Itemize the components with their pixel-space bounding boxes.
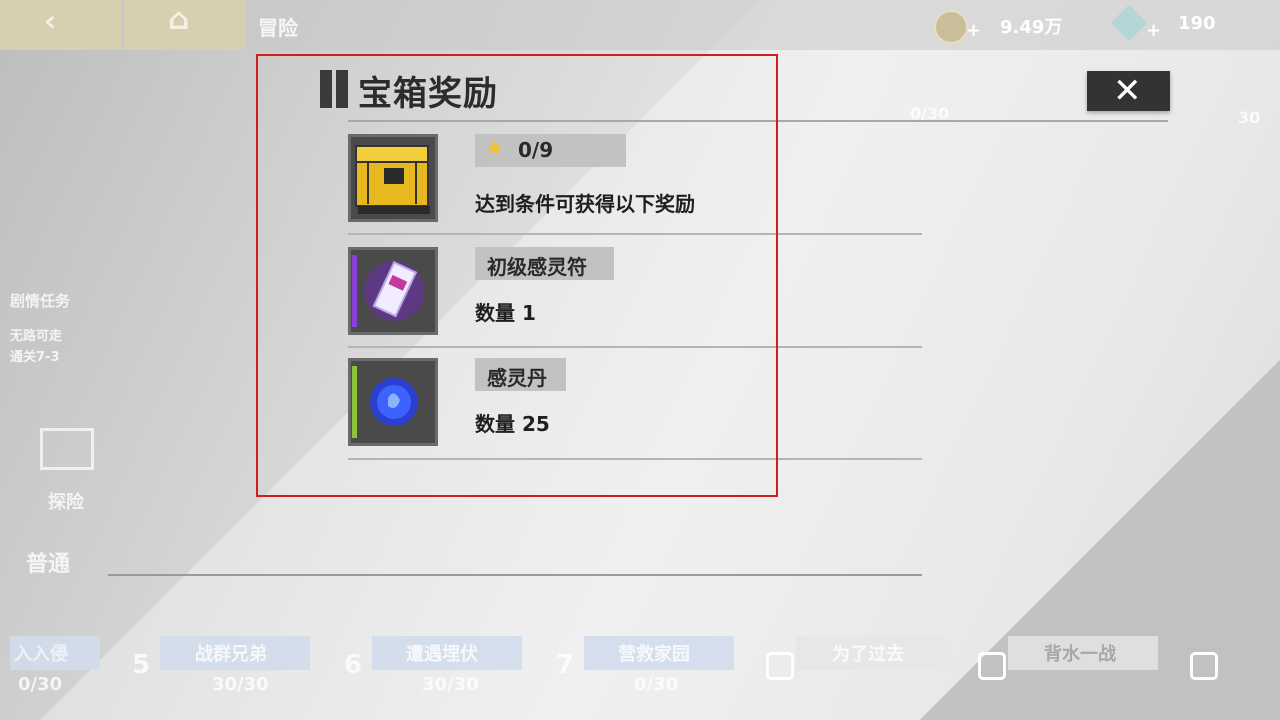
mode-label: 普通 xyxy=(26,552,71,577)
lock-icon xyxy=(1190,652,1218,680)
lock-icon xyxy=(766,652,794,680)
breadcrumb: 冒险 xyxy=(258,16,298,40)
level-number: 5 xyxy=(132,650,151,680)
level-label: 为了过去 xyxy=(832,644,904,665)
level-progress: 0/30 xyxy=(634,674,679,695)
level-label: 营救家园 xyxy=(618,644,690,665)
level-label: 入入侵 xyxy=(14,644,68,665)
level-label: 遭遇埋伏 xyxy=(406,644,478,665)
lock-icon xyxy=(978,652,1006,680)
back-button[interactable]: ‹ xyxy=(0,0,122,50)
add-gold-button[interactable]: + xyxy=(966,20,981,41)
adventure-label: 探险 xyxy=(48,492,84,513)
home-icon: ⌂ xyxy=(168,2,190,37)
level-number: 6 xyxy=(344,650,363,680)
close-icon: ✕ xyxy=(1113,71,1142,111)
level-progress: 30/30 xyxy=(422,674,479,695)
adventure-icon xyxy=(40,428,94,470)
highlight-box xyxy=(256,54,778,497)
back-arrow-icon: ‹ xyxy=(44,4,57,39)
gold-amount: 9.49万 xyxy=(1000,17,1063,38)
plot-task-title: 剧情任务 xyxy=(10,292,71,310)
level-progress: 30/30 xyxy=(212,674,269,695)
level-label: 战群兄弟 xyxy=(195,644,267,665)
bg-star-count-2: 30 xyxy=(1238,108,1261,127)
add-diamond-button[interactable]: + xyxy=(1146,20,1161,41)
diamond-amount: 190 xyxy=(1178,13,1216,34)
home-button[interactable]: ⌂ xyxy=(124,0,246,50)
close-button[interactable]: ✕ xyxy=(1087,71,1170,111)
level-number: 7 xyxy=(556,650,575,680)
divider xyxy=(108,574,922,576)
level-label: 背水一战 xyxy=(1044,644,1116,665)
level-progress: 0/30 xyxy=(18,674,63,695)
plot-task-sub2: 通关7-3 xyxy=(10,350,60,365)
plot-task-sub: 无路可走 xyxy=(10,329,63,344)
gold-coin-icon xyxy=(934,10,968,44)
